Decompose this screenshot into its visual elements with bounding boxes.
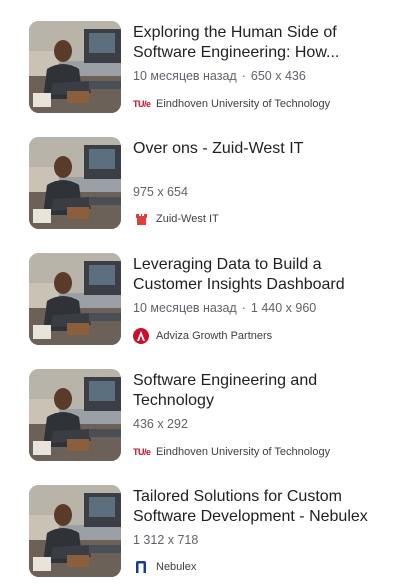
result-title[interactable]: Leveraging Data to Build a Customer Insi… (133, 255, 395, 295)
result-title[interactable]: Software Engineering and Technology (133, 371, 395, 411)
image-results-list: Exploring the Human Side of Software Eng… (0, 0, 402, 586)
result-date: 10 месяцев назад (133, 69, 237, 83)
result-thumbnail[interactable] (29, 369, 121, 461)
result-source[interactable]: Adviza Growth Partners (133, 328, 272, 344)
result-thumbnail[interactable] (29, 137, 121, 229)
image-result[interactable]: Tailored Solutions for Custom Software D… (0, 485, 402, 585)
source-name: Eindhoven University of Technology (156, 98, 331, 110)
tue-logo-icon: TU/e (133, 99, 151, 109)
image-result[interactable]: Leveraging Data to Build a Customer Insi… (0, 253, 402, 353)
result-thumbnail[interactable] (29, 485, 121, 577)
image-result[interactable]: Software Engineering and Technology 436 … (0, 369, 402, 469)
meta-separator: · (241, 69, 246, 83)
result-meta: 1 312 x 718 (133, 533, 198, 547)
result-source[interactable]: TU/e Eindhoven University of Technology (133, 444, 330, 460)
adviza-logo-icon (133, 328, 149, 344)
source-name: Adviza Growth Partners (156, 330, 273, 342)
result-meta: 436 x 292 (133, 417, 188, 431)
result-size: 436 x 292 (133, 417, 188, 431)
photo-thumbnail-icon (29, 21, 121, 113)
result-title[interactable]: Exploring the Human Side of Software Eng… (133, 23, 395, 63)
result-size: 975 x 654 (133, 185, 188, 199)
result-size: 1 440 x 960 (250, 301, 317, 315)
source-name: Eindhoven University of Technology (156, 446, 331, 458)
result-thumbnail[interactable] (29, 21, 121, 113)
nebulex-logo-icon (133, 559, 149, 575)
result-source[interactable]: TU/e Eindhoven University of Technology (133, 96, 330, 112)
result-meta: 10 месяцев назад · 650 x 436 (133, 69, 306, 83)
image-result[interactable]: Over ons - Zuid-West IT 975 x 654 Zuid-W… (0, 137, 402, 237)
result-meta: 10 месяцев назад · 1 440 x 960 (133, 301, 316, 315)
photo-thumbnail-icon (29, 485, 121, 577)
result-date: 10 месяцев назад (133, 301, 237, 315)
result-title[interactable]: Over ons - Zuid-West IT (133, 139, 395, 159)
result-thumbnail[interactable] (29, 253, 121, 345)
source-name: Nebulex (156, 561, 197, 573)
tue-logo-icon: TU/e (133, 447, 151, 457)
result-meta: 975 x 654 (133, 185, 188, 199)
result-title[interactable]: Tailored Solutions for Custom Software D… (133, 487, 395, 527)
zuid-west-logo-icon (133, 211, 149, 227)
image-result[interactable]: Exploring the Human Side of Software Eng… (0, 21, 402, 121)
meta-separator: · (241, 301, 246, 315)
result-size: 1 312 x 718 (133, 533, 199, 547)
result-source[interactable]: Nebulex (133, 559, 196, 575)
photo-thumbnail-icon (29, 253, 121, 345)
photo-thumbnail-icon (29, 137, 121, 229)
photo-thumbnail-icon (29, 369, 121, 461)
source-name: Zuid-West IT (156, 213, 219, 225)
result-size: 650 x 436 (250, 69, 306, 83)
result-source[interactable]: Zuid-West IT (133, 211, 219, 227)
